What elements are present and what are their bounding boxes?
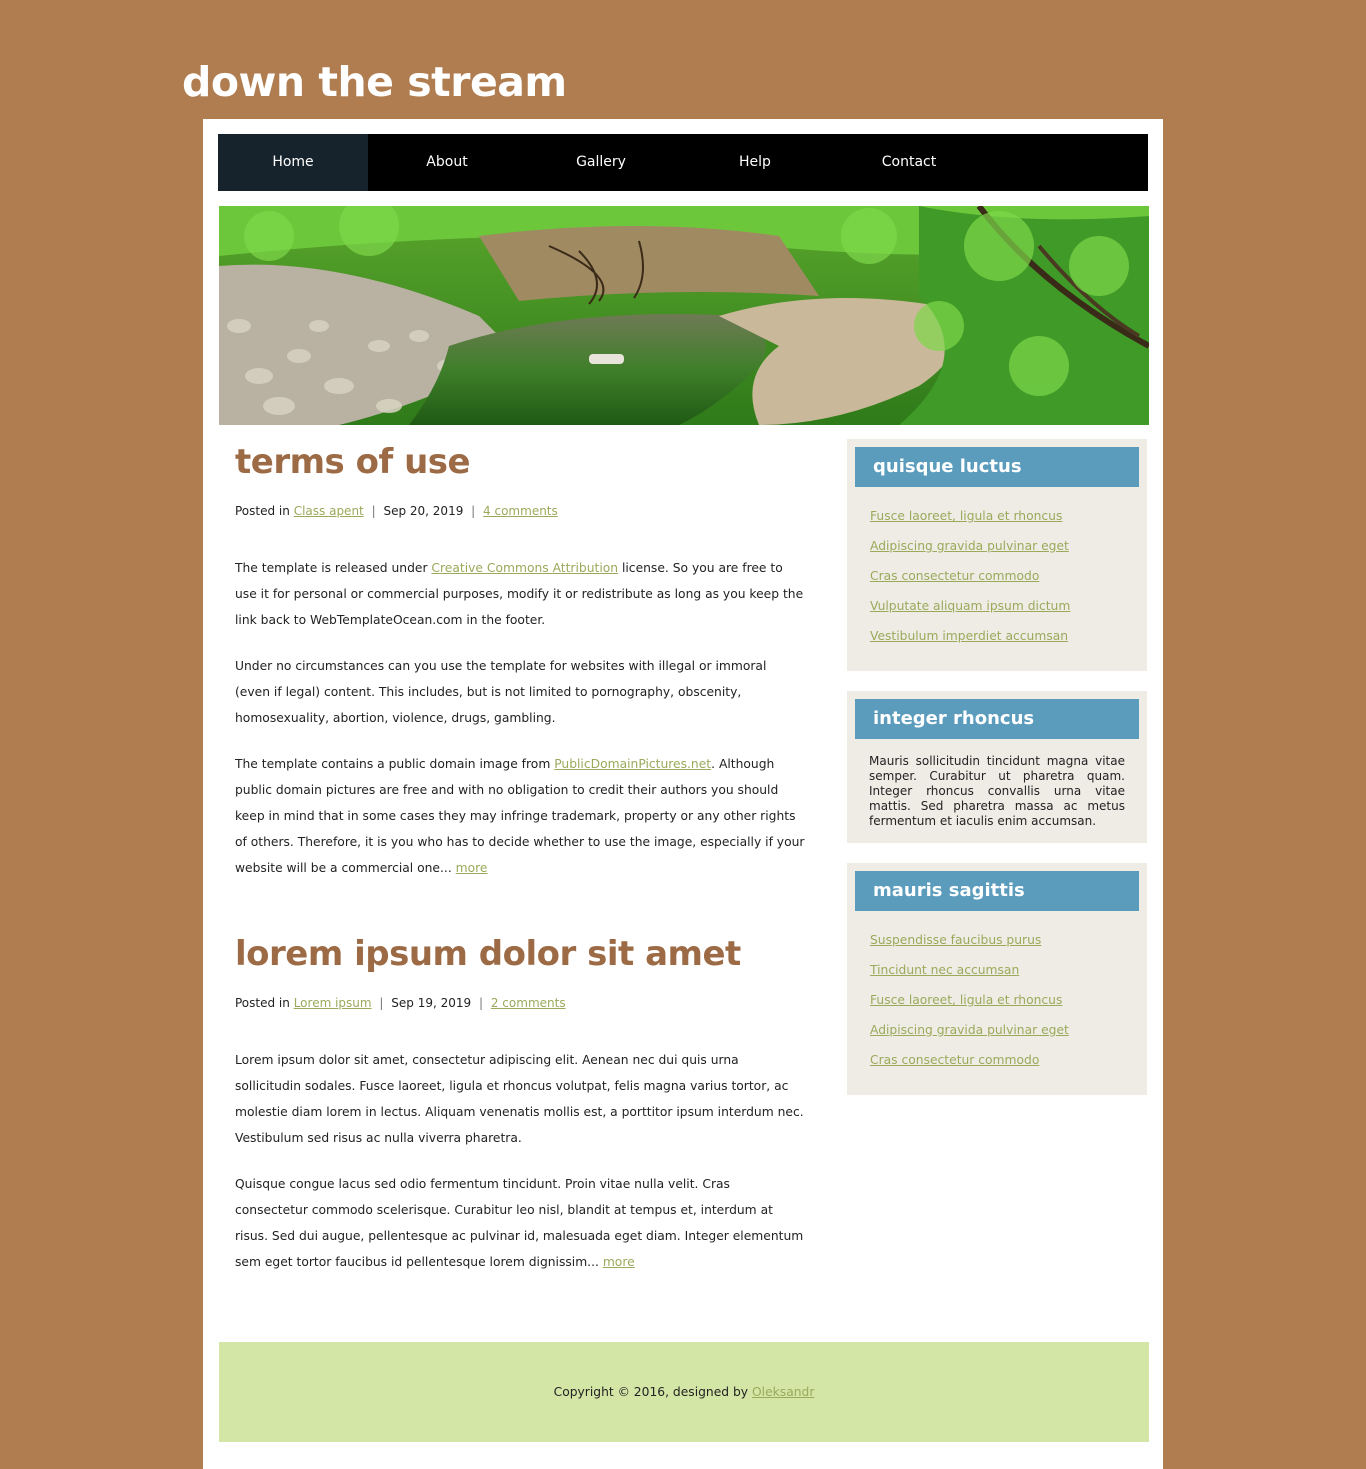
sidebar-link[interactable]: Tincidunt nec accumsan: [870, 963, 1019, 977]
nav-item-about[interactable]: About: [372, 134, 522, 191]
sidebar-link[interactable]: Fusce laoreet, ligula et rhoncus: [870, 509, 1062, 523]
nav-item-gallery[interactable]: Gallery: [526, 134, 676, 191]
sidebar-link[interactable]: Cras consectetur commodo: [870, 569, 1039, 583]
post-body: Lorem ipsum dolor sit amet, consectetur …: [235, 1047, 805, 1275]
post-meta: Posted in Class apent | Sep 20, 2019 | 4…: [235, 503, 805, 519]
more-link[interactable]: more: [603, 1255, 635, 1269]
category-link[interactable]: Lorem ipsum: [294, 996, 372, 1010]
paragraph-text: . Although public domain pictures are fr…: [235, 757, 805, 875]
sidebar-link[interactable]: Vestibulum imperdiet accumsan: [870, 629, 1068, 643]
list-item: Adipiscing gravida pulvinar eget: [870, 1015, 1139, 1045]
post-date: Sep 19, 2019: [391, 996, 472, 1010]
sidebar-link[interactable]: Cras consectetur commodo: [870, 1053, 1039, 1067]
widget-mauris-sagittis: mauris sagittis Suspendisse faucibus pur…: [847, 863, 1147, 1095]
posted-in-label: Posted in: [235, 996, 290, 1010]
posted-in-label: Posted in: [235, 504, 290, 518]
list-item: Vestibulum imperdiet accumsan: [870, 621, 1139, 651]
page-wrapper: Home About Gallery Help Contact terms of…: [203, 119, 1163, 1469]
widget-title: mauris sagittis: [855, 871, 1139, 911]
widget-text: Mauris sollicitudin tincidunt magna vita…: [869, 754, 1125, 828]
paragraph-text: The template contains a public domain im…: [235, 757, 555, 771]
list-item: Fusce laoreet, ligula et rhoncus: [870, 501, 1139, 531]
sidebar-link[interactable]: Adipiscing gravida pulvinar eget: [870, 1023, 1069, 1037]
sidebar-link[interactable]: Vulputate aliquam ipsum dictum: [870, 599, 1070, 613]
post-title[interactable]: lorem ipsum dolor sit amet: [235, 931, 805, 977]
nav-item-home[interactable]: Home: [218, 134, 368, 191]
widget-link-list: Fusce laoreet, ligula et rhoncus Adipisc…: [870, 501, 1139, 651]
widget-title: quisque luctus: [855, 447, 1139, 487]
hero-image: [219, 206, 1149, 425]
list-item: Adipiscing gravida pulvinar eget: [870, 531, 1139, 561]
meta-separator: |: [471, 504, 476, 518]
category-link[interactable]: Class apent: [294, 504, 364, 518]
sidebar: quisque luctus Fusce laoreet, ligula et …: [847, 439, 1147, 1115]
site-title[interactable]: down the stream: [182, 56, 567, 108]
public-domain-pictures-link[interactable]: PublicDomainPictures.net: [554, 757, 711, 771]
post-title[interactable]: terms of use: [235, 439, 805, 485]
sidebar-link[interactable]: Adipiscing gravida pulvinar eget: [870, 539, 1069, 553]
copyright-text: Copyright © 2016, designed by: [553, 1385, 752, 1399]
post-body: The template is released under Creative …: [235, 555, 805, 881]
widget-quisque-luctus: quisque luctus Fusce laoreet, ligula et …: [847, 439, 1147, 671]
widget-integer-rhoncus: integer rhoncus Mauris sollicitudin tinc…: [847, 691, 1147, 843]
more-link[interactable]: more: [456, 861, 488, 875]
list-item: Tincidunt nec accumsan: [870, 955, 1139, 985]
sidebar-link[interactable]: Suspendisse faucibus purus: [870, 933, 1041, 947]
meta-separator: |: [478, 996, 484, 1010]
footer: Copyright © 2016, designed by Oleksandr: [219, 1342, 1149, 1442]
list-item: Suspendisse faucibus purus: [870, 925, 1139, 955]
paragraph-text: Quisque congue lacus sed odio fermentum …: [235, 1177, 804, 1269]
post-date: Sep 20, 2019: [383, 504, 464, 518]
list-item: Cras consectetur commodo: [870, 561, 1139, 591]
meta-separator: |: [379, 996, 384, 1010]
widget-title: integer rhoncus: [855, 699, 1139, 739]
paragraph-text: The template is released under: [235, 561, 432, 575]
post-meta: Posted in Lorem ipsum | Sep 19, 2019 | 2…: [235, 995, 805, 1011]
list-item: Cras consectetur commodo: [870, 1045, 1139, 1075]
post-lorem-ipsum: lorem ipsum dolor sit amet Posted in Lor…: [235, 931, 805, 1275]
comments-link[interactable]: 2 comments: [491, 996, 566, 1010]
post-terms-of-use: terms of use Posted in Class apent | Sep…: [235, 439, 805, 881]
post-paragraph: Quisque congue lacus sed odio fermentum …: [235, 1171, 805, 1275]
creative-commons-link[interactable]: Creative Commons Attribution: [431, 561, 618, 575]
list-item: Vulputate aliquam ipsum dictum: [870, 591, 1139, 621]
stream-landscape-image: [219, 206, 1149, 425]
post-paragraph: The template contains a public domain im…: [235, 751, 805, 881]
list-item: Fusce laoreet, ligula et rhoncus: [870, 985, 1139, 1015]
post-paragraph: Lorem ipsum dolor sit amet, consectetur …: [235, 1053, 804, 1145]
nav-item-help[interactable]: Help: [680, 134, 830, 191]
nav-item-contact[interactable]: Contact: [834, 134, 984, 191]
designer-link[interactable]: Oleksandr: [752, 1385, 814, 1399]
main-nav: Home About Gallery Help Contact: [218, 134, 1148, 191]
widget-link-list: Suspendisse faucibus purus Tincidunt nec…: [870, 925, 1139, 1075]
main-content: terms of use Posted in Class apent | Sep…: [235, 439, 805, 1295]
post-paragraph: Under no circumstances can you use the t…: [235, 659, 767, 725]
meta-separator: |: [371, 504, 376, 518]
comments-link[interactable]: 4 comments: [483, 504, 558, 518]
sidebar-link[interactable]: Fusce laoreet, ligula et rhoncus: [870, 993, 1062, 1007]
post-paragraph: The template is released under Creative …: [235, 555, 805, 633]
